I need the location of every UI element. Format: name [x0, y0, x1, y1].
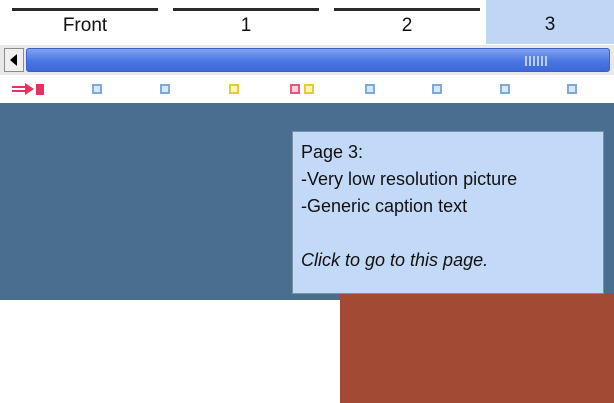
tooltip-line: -Very low resolution picture — [301, 169, 518, 189]
tooltip-spacer — [301, 220, 595, 247]
page-thumbnail-image — [340, 293, 614, 403]
triangle-left-icon — [10, 54, 17, 66]
tab-page-2[interactable]: 2 — [334, 8, 480, 44]
tab-label: 3 — [544, 14, 556, 35]
tab-front[interactable]: Front — [12, 8, 158, 44]
page-marker[interactable] — [432, 84, 442, 94]
tooltip-hint: Click to go to this page. — [301, 250, 489, 270]
page-marker[interactable] — [229, 84, 239, 94]
page-marker[interactable] — [304, 84, 314, 94]
page-tooltip[interactable]: Page 3: -Very low resolution picture -Ge… — [292, 131, 604, 294]
tab-rule — [334, 8, 480, 11]
tooltip-title: Page 3: — [301, 142, 364, 162]
page-marker[interactable] — [160, 84, 170, 94]
tab-label: 2 — [401, 15, 413, 36]
page-marker[interactable] — [290, 84, 300, 94]
page-marker[interactable] — [92, 84, 102, 94]
grip-lines-icon — [525, 56, 549, 66]
scroll-left-button[interactable] — [4, 48, 24, 72]
page-marker[interactable] — [500, 84, 510, 94]
current-page-marker[interactable] — [36, 84, 44, 95]
scroll-thumb[interactable] — [26, 48, 610, 72]
tab-page-1[interactable]: 1 — [173, 8, 319, 44]
page-tabs: Front 1 2 3 — [0, 0, 614, 44]
tab-rule — [12, 8, 158, 11]
tab-label: Front — [62, 15, 108, 36]
page-strip — [0, 76, 614, 102]
page-marker[interactable] — [567, 84, 577, 94]
tab-page-3[interactable]: 3 — [486, 0, 614, 44]
red-arrow-icon — [12, 83, 34, 95]
page-marker[interactable] — [365, 84, 375, 94]
tooltip-line: -Generic caption text — [301, 196, 468, 216]
horizontal-scrollbar[interactable] — [0, 45, 614, 75]
tab-rule — [173, 8, 319, 11]
tab-label: 1 — [240, 15, 252, 36]
